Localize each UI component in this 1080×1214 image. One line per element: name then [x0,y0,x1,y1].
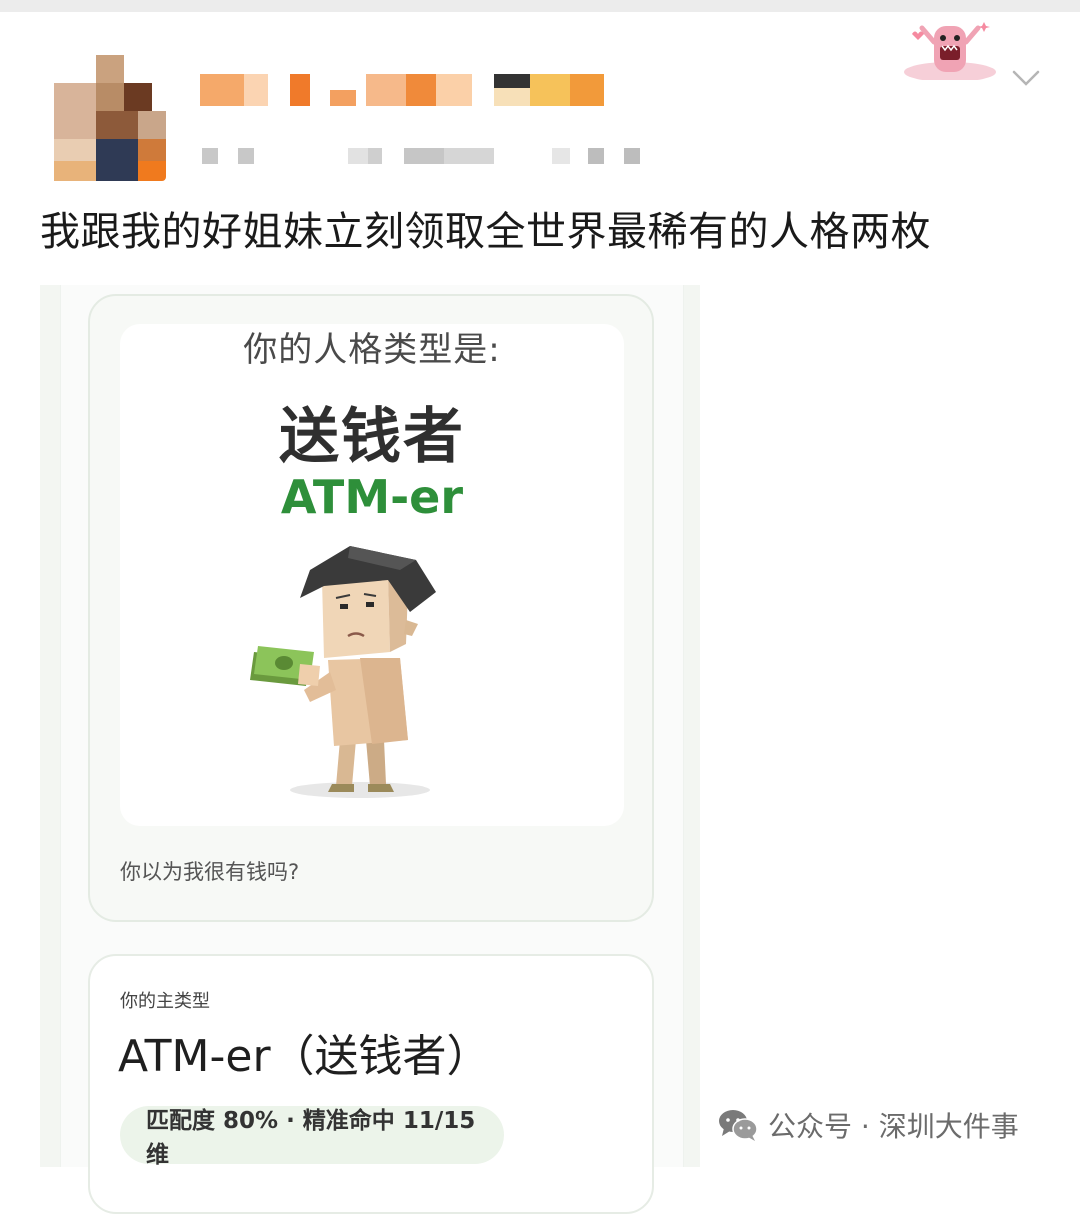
top-bar [0,0,1080,12]
post-text: 我跟我的好姐妹立刻领取全世界最稀有的人格两枚 [40,209,931,255]
mascot-sticker [904,22,996,80]
avatar[interactable] [40,55,166,181]
wechat-icon [719,1110,758,1141]
personality-question: 你的人格类型是: [243,330,501,370]
character-illustration [250,546,436,798]
personality-type-en: ATM-er [280,470,464,524]
match-badge: 匹配度 80% · 精准命中 11/15 维 [120,1106,504,1168]
personality-quote: 你以为我很有钱吗? [120,860,300,884]
watermark-text: 公众号 · 深圳大件事 [768,1110,1019,1143]
main-type-label: 你的主类型 [120,991,210,1012]
personality-type-cn: 送钱者 [279,402,465,472]
match-text: 匹配度 80% · 精准命中 11/15 维 [146,1108,476,1168]
main-type-title: ATM-er（送钱者） [118,1031,491,1082]
chevron-down-icon[interactable] [1008,64,1044,92]
watermark: 公众号 · 深圳大件事 [718,1104,1019,1146]
